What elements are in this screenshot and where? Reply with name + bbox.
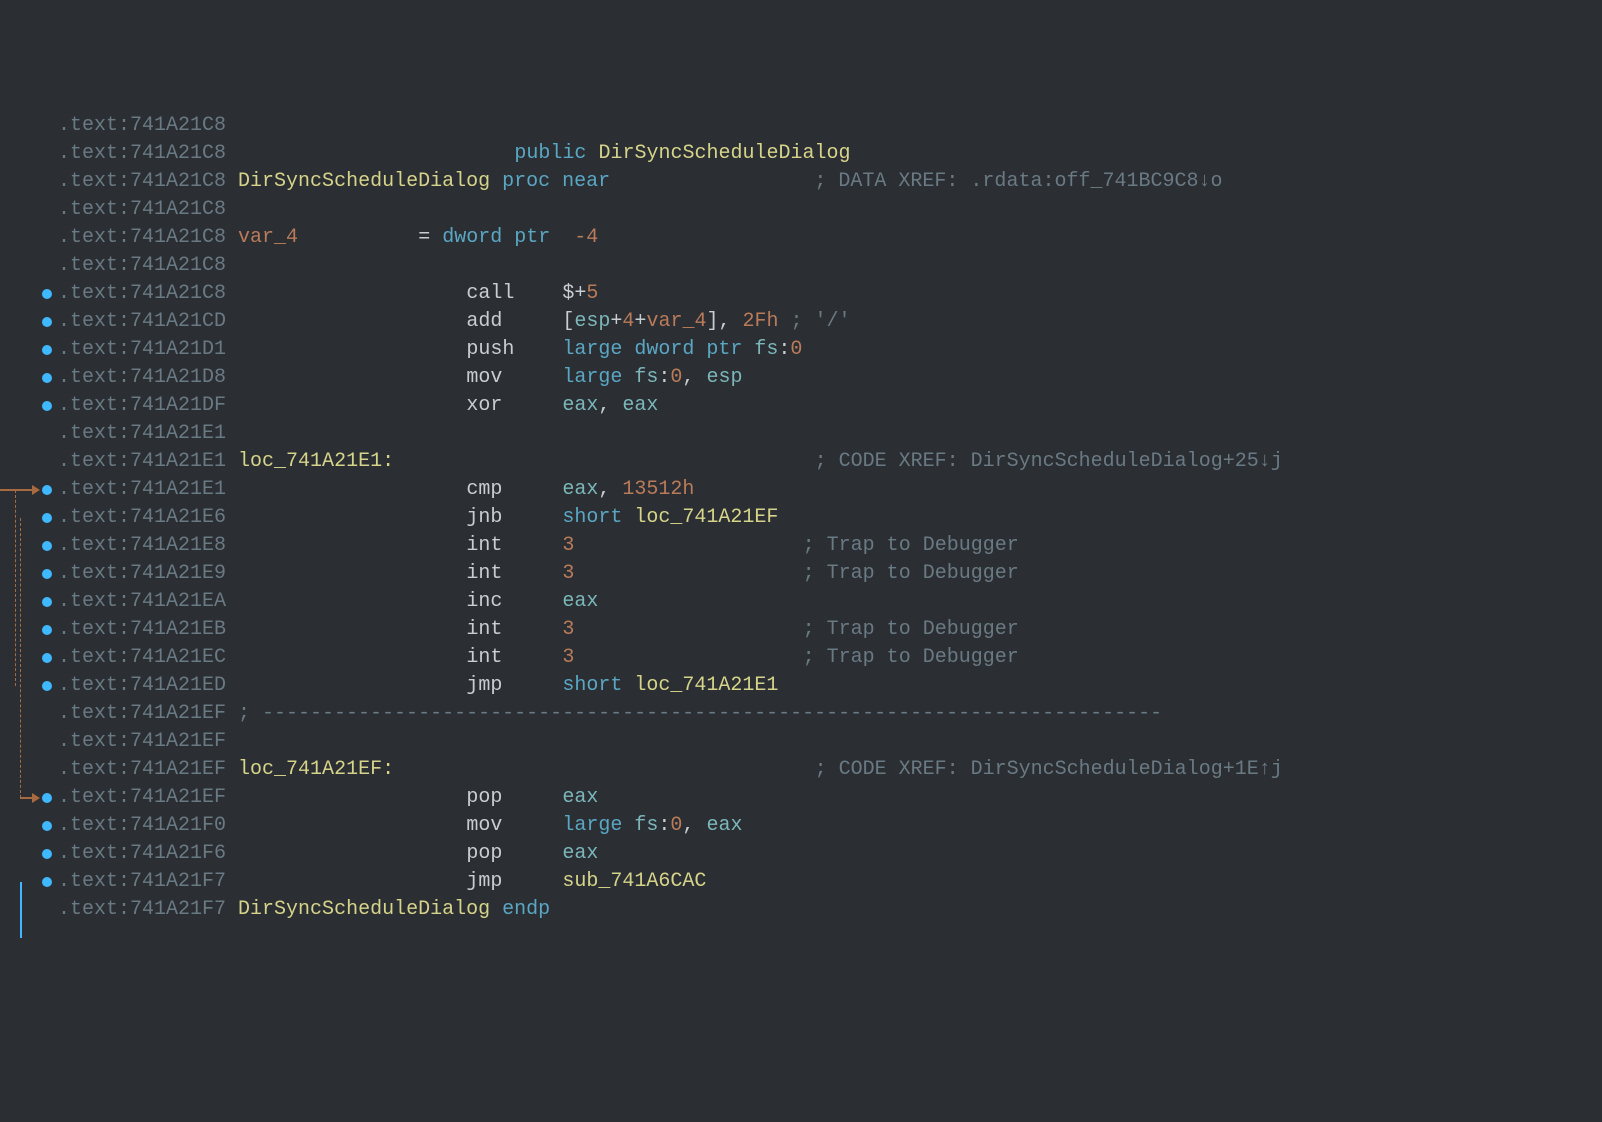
gutter[interactable]	[0, 112, 58, 982]
disasm-line[interactable]: .text:741A21C8 var_4 = dword ptr -4	[58, 224, 1602, 252]
gutter-row[interactable]	[0, 280, 58, 308]
breakpoint-marker[interactable]	[42, 597, 52, 607]
disasm-line[interactable]: .text:741A21EF	[58, 728, 1602, 756]
breakpoint-marker[interactable]	[42, 625, 52, 635]
disasm-line[interactable]: .text:741A21C8 call $+5	[58, 280, 1602, 308]
gutter-row[interactable]	[0, 252, 58, 280]
gutter-row[interactable]	[0, 308, 58, 336]
gutter-row[interactable]	[0, 728, 58, 756]
gutter-row[interactable]	[0, 896, 58, 924]
disasm-line[interactable]: .text:741A21F6 pop eax	[58, 840, 1602, 868]
gutter-row[interactable]	[0, 560, 58, 588]
jump-arrow-icon	[0, 489, 38, 491]
breakpoint-marker[interactable]	[42, 401, 52, 411]
gutter-row[interactable]	[0, 784, 58, 812]
disasm-line[interactable]: .text:741A21CD add [esp+4+var_4], 2Fh ; …	[58, 308, 1602, 336]
gutter-row[interactable]	[0, 616, 58, 644]
jump-arrow-icon	[20, 797, 38, 799]
disasm-line[interactable]: .text:741A21EB int 3 ; Trap to Debugger	[58, 616, 1602, 644]
disasm-line[interactable]: .text:741A21D8 mov large fs:0, esp	[58, 364, 1602, 392]
disasm-line[interactable]: .text:741A21C8	[58, 112, 1602, 140]
breakpoint-marker[interactable]	[42, 681, 52, 691]
breakpoint-marker[interactable]	[42, 849, 52, 859]
disasm-line[interactable]: .text:741A21E1 loc_741A21E1: ; CODE XREF…	[58, 448, 1602, 476]
disasm-line[interactable]: .text:741A21C8 DirSyncScheduleDialog pro…	[58, 168, 1602, 196]
code-pane[interactable]: .text:741A21C8 .text:741A21C8 public Dir…	[58, 112, 1602, 982]
flow-line	[20, 882, 22, 938]
breakpoint-marker[interactable]	[42, 485, 52, 495]
gutter-row[interactable]	[0, 504, 58, 532]
breakpoint-marker[interactable]	[42, 569, 52, 579]
breakpoint-marker[interactable]	[42, 317, 52, 327]
breakpoint-marker[interactable]	[42, 793, 52, 803]
disasm-line[interactable]: .text:741A21C8 public DirSyncScheduleDia…	[58, 140, 1602, 168]
gutter-row[interactable]	[0, 532, 58, 560]
gutter-row[interactable]	[0, 868, 58, 896]
disasm-line[interactable]: .text:741A21DF xor eax, eax	[58, 392, 1602, 420]
breakpoint-marker[interactable]	[42, 373, 52, 383]
disasm-line[interactable]: .text:741A21D1 push large dword ptr fs:0	[58, 336, 1602, 364]
disasm-line[interactable]: .text:741A21E8 int 3 ; Trap to Debugger	[58, 532, 1602, 560]
gutter-row[interactable]	[0, 644, 58, 672]
gutter-row[interactable]	[0, 588, 58, 616]
gutter-row[interactable]	[0, 168, 58, 196]
breakpoint-marker[interactable]	[42, 289, 52, 299]
gutter-row[interactable]	[0, 448, 58, 476]
disasm-line[interactable]: .text:741A21ED jmp short loc_741A21E1	[58, 672, 1602, 700]
gutter-row[interactable]	[0, 112, 58, 140]
disasm-line[interactable]: .text:741A21F0 mov large fs:0, eax	[58, 812, 1602, 840]
breakpoint-marker[interactable]	[42, 513, 52, 523]
breakpoint-marker[interactable]	[42, 345, 52, 355]
disasm-line[interactable]: .text:741A21E1	[58, 420, 1602, 448]
disasm-line[interactable]: .text:741A21F7 jmp sub_741A6CAC	[58, 868, 1602, 896]
gutter-row[interactable]	[0, 672, 58, 700]
disasm-line[interactable]: .text:741A21C8	[58, 196, 1602, 224]
disasm-line[interactable]: .text:741A21C8	[58, 252, 1602, 280]
disasm-line[interactable]: .text:741A21E6 jnb short loc_741A21EF	[58, 504, 1602, 532]
gutter-row[interactable]	[0, 196, 58, 224]
gutter-row[interactable]	[0, 336, 58, 364]
gutter-row[interactable]	[0, 224, 58, 252]
breakpoint-marker[interactable]	[42, 821, 52, 831]
disassembly-view[interactable]: .text:741A21C8 .text:741A21C8 public Dir…	[0, 112, 1602, 982]
gutter-row[interactable]	[0, 476, 58, 504]
disasm-line[interactable]: .text:741A21F7 DirSyncScheduleDialog end…	[58, 896, 1602, 924]
breakpoint-marker[interactable]	[42, 541, 52, 551]
disasm-line[interactable]: .text:741A21E9 int 3 ; Trap to Debugger	[58, 560, 1602, 588]
gutter-row[interactable]	[0, 392, 58, 420]
gutter-row[interactable]	[0, 756, 58, 784]
gutter-row[interactable]	[0, 700, 58, 728]
disasm-line[interactable]: .text:741A21EC int 3 ; Trap to Debugger	[58, 644, 1602, 672]
gutter-row[interactable]	[0, 840, 58, 868]
gutter-row[interactable]	[0, 140, 58, 168]
disasm-line[interactable]: .text:741A21EA inc eax	[58, 588, 1602, 616]
disasm-line[interactable]: .text:741A21E1 cmp eax, 13512h	[58, 476, 1602, 504]
gutter-row[interactable]	[0, 364, 58, 392]
breakpoint-marker[interactable]	[42, 877, 52, 887]
flow-line	[20, 518, 21, 798]
disasm-line[interactable]: .text:741A21EF pop eax	[58, 784, 1602, 812]
disasm-line[interactable]: .text:741A21EF ; -----------------------…	[58, 700, 1602, 728]
gutter-row[interactable]	[0, 420, 58, 448]
flow-line	[15, 490, 16, 686]
breakpoint-marker[interactable]	[42, 653, 52, 663]
disasm-line[interactable]: .text:741A21EF loc_741A21EF: ; CODE XREF…	[58, 756, 1602, 784]
gutter-row[interactable]	[0, 812, 58, 840]
